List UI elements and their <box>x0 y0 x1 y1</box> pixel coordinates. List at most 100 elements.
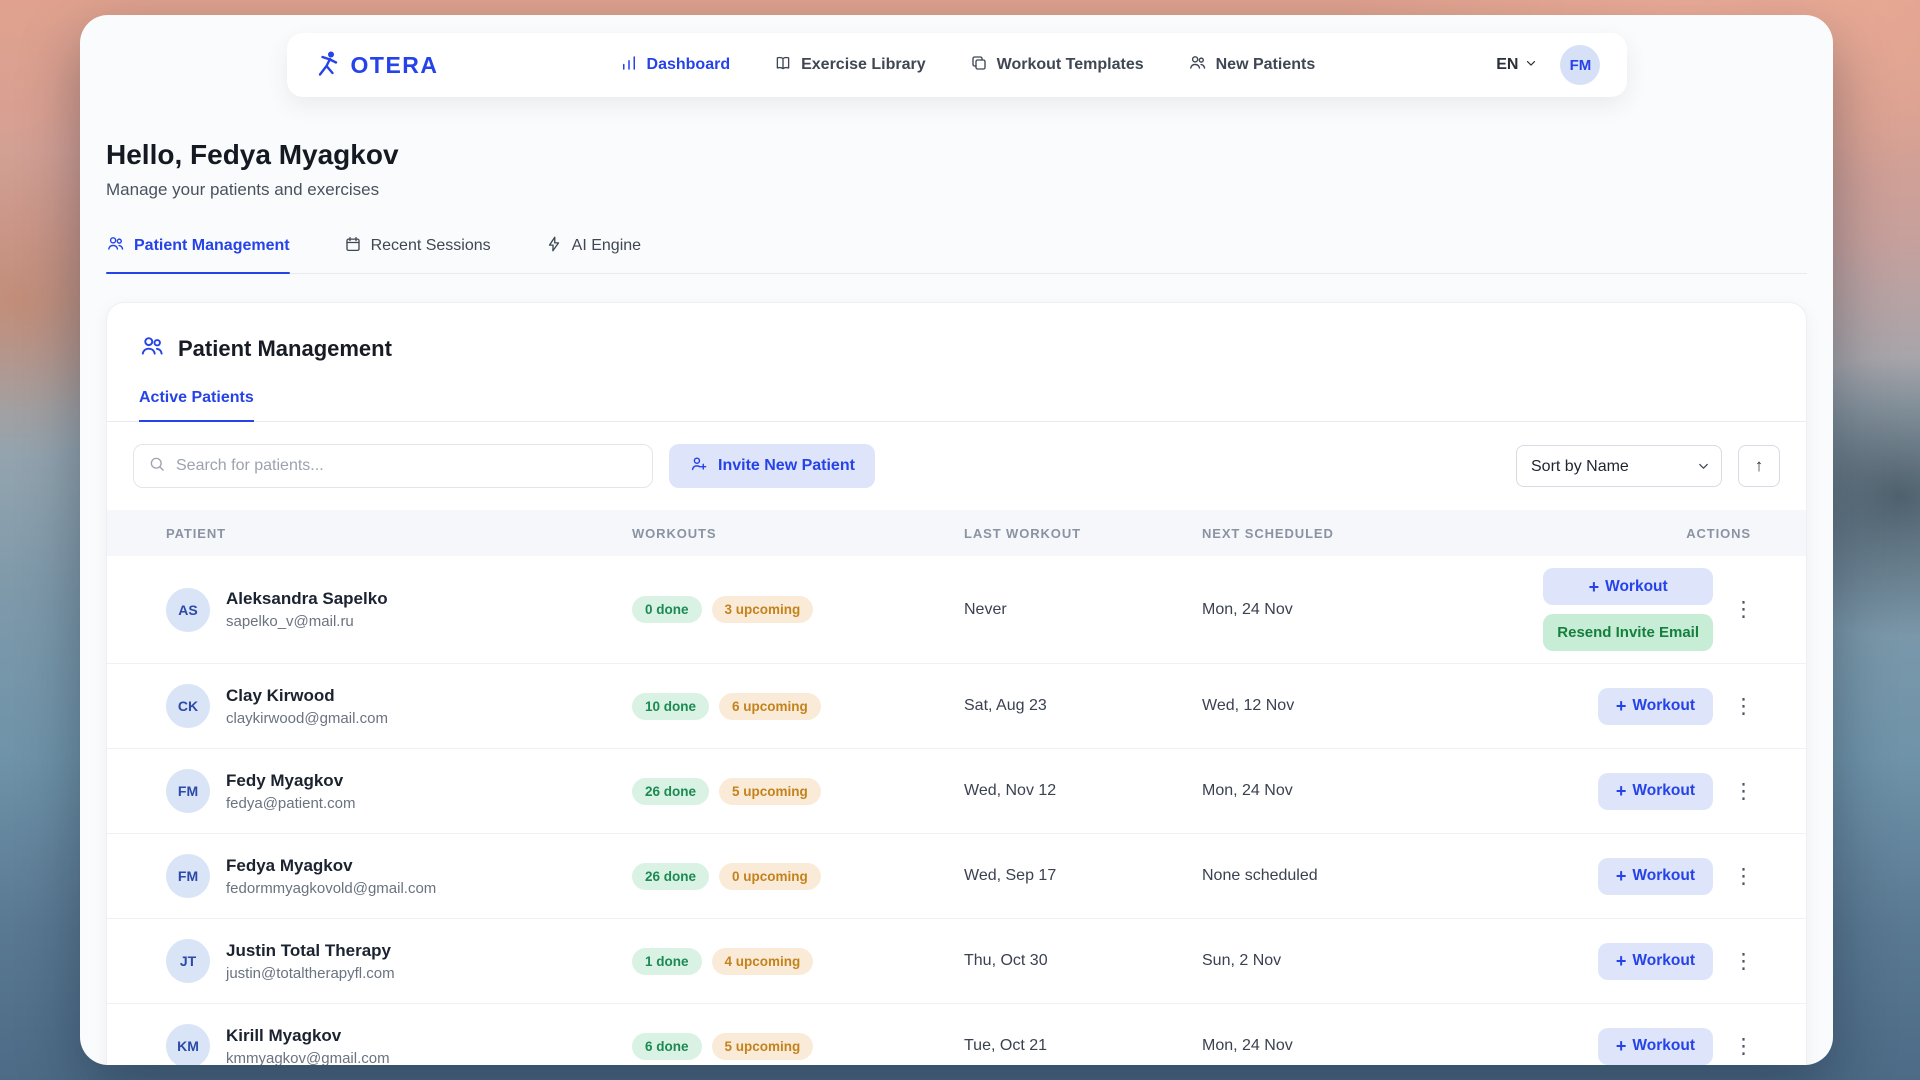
nav-right: EN FM <box>1496 45 1600 85</box>
workouts-cell: 1 done 4 upcoming <box>632 948 964 975</box>
bar-chart-icon <box>620 54 638 77</box>
workout-button-label: Workout <box>1632 1037 1695 1055</box>
table-row: FM Fedya Myagkov fedormmyagkovold@gmail.… <box>107 834 1806 919</box>
last-workout-value: Never <box>964 601 1202 619</box>
workout-button-label: Workout <box>1632 952 1695 970</box>
resend-button-label: Resend Invite Email <box>1557 624 1699 641</box>
add-workout-button[interactable]: + Workout <box>1598 943 1713 980</box>
workouts-cell: 0 done 3 upcoming <box>632 596 964 623</box>
tab-label: AI Engine <box>572 237 641 255</box>
actions-cell: + Workout ⋮ <box>1598 688 1751 725</box>
patient-email: sapelko_v@mail.ru <box>226 613 388 630</box>
nav-item-workout-templates[interactable]: Workout Templates <box>970 53 1144 77</box>
sort-select[interactable]: Sort by Name <box>1516 445 1722 487</box>
done-badge: 0 done <box>632 596 702 623</box>
people-icon <box>139 333 165 365</box>
column-header-workouts: WORKOUTS <box>632 526 964 541</box>
upcoming-badge: 5 upcoming <box>719 778 821 805</box>
nav-item-label: Exercise Library <box>801 56 926 74</box>
tab-recent-sessions[interactable]: Recent Sessions <box>344 234 491 273</box>
patient-identity: Aleksandra Sapelko sapelko_v@mail.ru <box>226 589 388 630</box>
top-navbar: OTERA Dashboard Exercise Library <box>287 33 1627 97</box>
column-header-next-scheduled: NEXT SCHEDULED <box>1202 526 1686 541</box>
patient-cell: AS Aleksandra Sapelko sapelko_v@mail.ru <box>166 588 632 632</box>
tab-ai-engine[interactable]: AI Engine <box>545 234 641 273</box>
last-workout-value: Thu, Oct 30 <box>964 952 1202 970</box>
workouts-cell: 26 done 5 upcoming <box>632 778 964 805</box>
resend-invite-button[interactable]: Resend Invite Email <box>1543 614 1713 651</box>
patient-email: justin@totaltherapyfl.com <box>226 965 395 982</box>
plus-icon: + <box>1589 578 1600 596</box>
next-scheduled-value: Mon, 24 Nov <box>1202 601 1543 619</box>
add-workout-button[interactable]: + Workout <box>1598 1028 1713 1065</box>
kebab-menu-icon[interactable]: ⋮ <box>1733 864 1751 889</box>
sort-up-icon: ↑ <box>1755 456 1764 475</box>
add-workout-button[interactable]: + Workout <box>1598 858 1713 895</box>
avatar: CK <box>166 684 210 728</box>
done-badge: 26 done <box>632 778 709 805</box>
patient-name: Kirill Myagkov <box>226 1026 390 1046</box>
action-buttons: + Workout Resend Invite Email <box>1543 568 1713 651</box>
add-workout-button[interactable]: + Workout <box>1598 688 1713 725</box>
app-window: OTERA Dashboard Exercise Library <box>80 15 1833 1065</box>
upcoming-badge: 4 upcoming <box>712 948 814 975</box>
actions-cell: + Workout Resend Invite Email ⋮ <box>1543 568 1751 651</box>
page-subtitle: Manage your patients and exercises <box>106 180 1807 200</box>
plus-icon: + <box>1616 867 1627 885</box>
kebab-menu-icon[interactable]: ⋮ <box>1733 779 1751 804</box>
kebab-menu-icon[interactable]: ⋮ <box>1733 597 1751 622</box>
patient-email: claykirwood@gmail.com <box>226 710 388 727</box>
nav-item-exercise-library[interactable]: Exercise Library <box>774 53 926 77</box>
column-header-last-workout: LAST WORKOUT <box>964 526 1202 541</box>
nav-item-label: Workout Templates <box>997 56 1144 74</box>
upcoming-badge: 6 upcoming <box>719 693 821 720</box>
book-icon <box>774 54 792 77</box>
patient-cell: CK Clay Kirwood claykirwood@gmail.com <box>166 684 632 728</box>
patient-identity: Kirill Myagkov kmmyagkov@gmail.com <box>226 1026 390 1066</box>
column-header-patient: PATIENT <box>166 526 632 541</box>
next-scheduled-value: Sun, 2 Nov <box>1202 952 1598 970</box>
patient-email: fedya@patient.com <box>226 795 355 812</box>
table-row: FM Fedy Myagkov fedya@patient.com 26 don… <box>107 749 1806 834</box>
search-icon <box>148 455 166 478</box>
patient-name: Aleksandra Sapelko <box>226 589 388 609</box>
actions-cell: + Workout ⋮ <box>1598 943 1751 980</box>
search-box <box>133 444 653 488</box>
kebab-menu-icon[interactable]: ⋮ <box>1733 949 1751 974</box>
brand-name: OTERA <box>351 52 439 79</box>
table-row: CK Clay Kirwood claykirwood@gmail.com 10… <box>107 664 1806 749</box>
patient-management-panel: Patient Management Active Patients <box>106 302 1807 1065</box>
avatar: JT <box>166 939 210 983</box>
nav-item-dashboard[interactable]: Dashboard <box>620 53 731 77</box>
search-input[interactable] <box>176 457 638 475</box>
patient-cell: JT Justin Total Therapy justin@totalther… <box>166 939 632 983</box>
kebab-menu-icon[interactable]: ⋮ <box>1733 1034 1751 1059</box>
avatar: AS <box>166 588 210 632</box>
actions-cell: + Workout ⋮ <box>1598 858 1751 895</box>
tab-patient-management[interactable]: Patient Management <box>106 234 290 273</box>
table-row: JT Justin Total Therapy justin@totalther… <box>107 919 1806 1004</box>
subtab-active-patients[interactable]: Active Patients <box>139 389 254 422</box>
done-badge: 10 done <box>632 693 709 720</box>
add-workout-button[interactable]: + Workout <box>1598 773 1713 810</box>
done-badge: 1 done <box>632 948 702 975</box>
user-avatar[interactable]: FM <box>1560 45 1600 85</box>
next-scheduled-value: Mon, 24 Nov <box>1202 1037 1598 1055</box>
add-workout-button[interactable]: + Workout <box>1543 568 1713 605</box>
chevron-down-icon <box>1524 56 1538 75</box>
kebab-menu-icon[interactable]: ⋮ <box>1733 694 1751 719</box>
person-plus-icon <box>689 454 708 478</box>
panel-subtabs: Active Patients <box>107 389 1806 422</box>
last-workout-value: Sat, Aug 23 <box>964 697 1202 715</box>
language-selector[interactable]: EN <box>1496 56 1538 75</box>
people-icon <box>1188 53 1207 77</box>
nav-item-new-patients[interactable]: New Patients <box>1188 53 1316 77</box>
workout-button-label: Workout <box>1632 697 1695 715</box>
panel-title: Patient Management <box>178 336 392 362</box>
workouts-cell: 26 done 0 upcoming <box>632 863 964 890</box>
brand-logo[interactable]: OTERA <box>313 49 439 82</box>
patient-identity: Fedya Myagkov fedormmyagkovold@gmail.com <box>226 856 436 897</box>
patient-identity: Fedy Myagkov fedya@patient.com <box>226 771 355 812</box>
sort-direction-button[interactable]: ↑ <box>1738 445 1780 487</box>
invite-new-patient-button[interactable]: Invite New Patient <box>669 444 875 488</box>
